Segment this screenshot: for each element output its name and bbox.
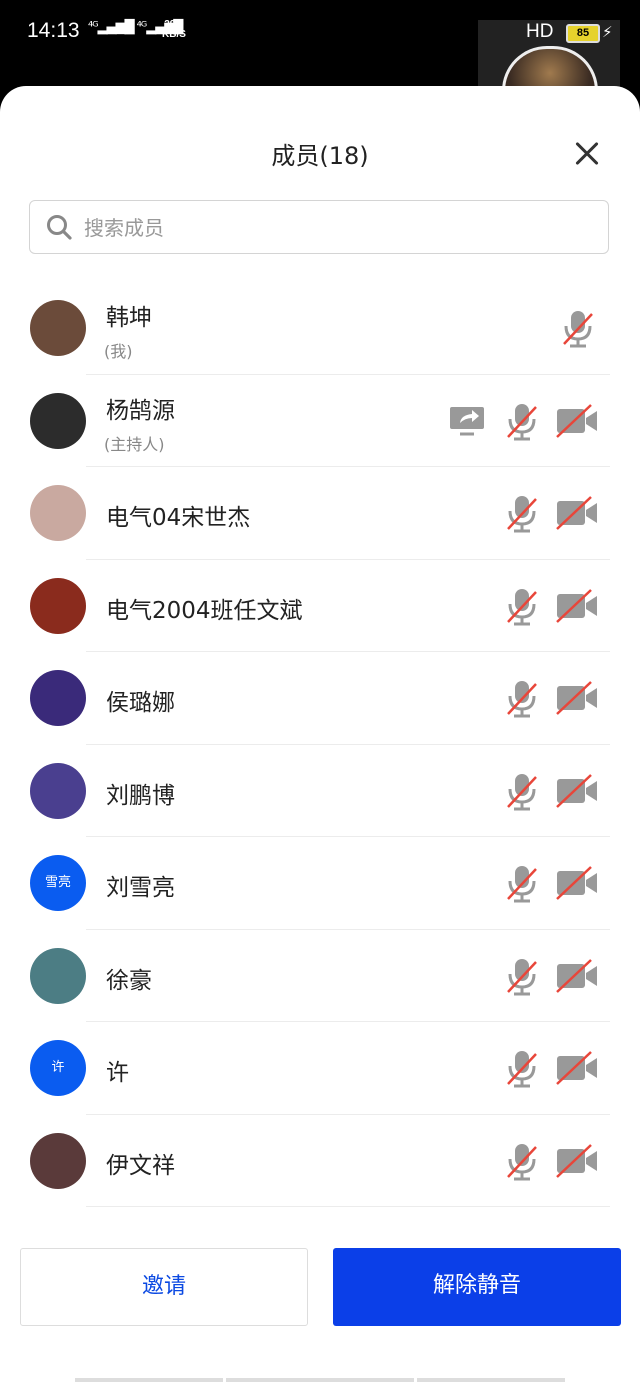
mic-muted-icon[interactable] (556, 306, 600, 350)
member-row[interactable]: 电气04宋世杰 (0, 467, 640, 560)
search-box[interactable] (29, 200, 609, 254)
camera-off-icon[interactable] (555, 491, 599, 535)
member-row[interactable]: 徐豪 (0, 930, 640, 1022)
avatar (30, 392, 86, 449)
sheet-title: 成员(18) (271, 142, 369, 170)
member-name: 徐豪 (106, 967, 152, 994)
camera-off-icon[interactable] (555, 954, 599, 998)
camera-off-icon[interactable] (555, 584, 599, 628)
search-input[interactable] (82, 209, 586, 247)
camera-off-icon[interactable] (555, 676, 599, 720)
member-row[interactable]: 杨鹄源 (主持人) (0, 375, 640, 467)
mic-muted-icon[interactable] (500, 1046, 544, 1090)
members-sheet: 成员(18) 韩坤 (我) 杨鹄源 (主持人) 电气04宋世杰 电气2004班任文斌… (0, 86, 640, 1386)
member-row[interactable]: 许许 (0, 1022, 640, 1115)
mic-muted-icon[interactable] (500, 1139, 544, 1183)
member-row[interactable]: 韩坤 (我) (0, 282, 640, 375)
unmute-button[interactable]: 解除静音 (333, 1248, 621, 1326)
camera-off-icon[interactable] (555, 769, 599, 813)
mic-muted-icon[interactable] (500, 954, 544, 998)
hd-icon: HD (526, 21, 554, 42)
member-list: 韩坤 (我) 杨鹄源 (主持人) 电气04宋世杰 电气2004班任文斌 侯璐娜 刘鹏… (0, 282, 640, 1207)
avatar (30, 577, 86, 634)
avatar (30, 1132, 86, 1189)
member-role: (我) (104, 342, 133, 361)
mic-muted-icon[interactable] (500, 491, 544, 535)
status-right: HD 85 ⚡ (478, 20, 620, 109)
member-name: 许 (106, 1060, 129, 1086)
network-speed: 29.0 KB/S (162, 20, 186, 40)
member-name: 杨鹄源 (106, 397, 175, 424)
member-row[interactable]: 雪亮 刘雪亮 (0, 837, 640, 930)
home-indicator (226, 1378, 414, 1382)
avatar (30, 947, 86, 1004)
avatar: 雪亮 (30, 855, 86, 911)
avatar (30, 762, 86, 819)
camera-off-icon[interactable] (555, 399, 599, 443)
member-name: 韩坤 (106, 305, 152, 331)
avatar: 许 (30, 1040, 86, 1096)
member-role: (主持人) (104, 434, 165, 454)
mic-muted-icon[interactable] (500, 676, 544, 720)
member-name: 电气04宋世杰 (106, 505, 251, 531)
battery-icon: 85 (566, 24, 600, 43)
close-icon[interactable] (568, 134, 608, 174)
status-bar: 14:13 ⁴ᴳ▂▄▆█ ⁴ᴳ▂▄▆█ 29.0 KB/S HD 85 ⚡ (0, 0, 640, 109)
member-name: 刘雪亮 (106, 875, 175, 901)
network-speed-unit: KB/S (162, 29, 186, 40)
camera-off-icon[interactable] (555, 861, 599, 905)
home-indicator (75, 1378, 223, 1382)
search-icon (47, 215, 72, 240)
avatar (30, 300, 86, 356)
member-row[interactable]: 伊文祥 (0, 1115, 640, 1207)
home-indicator (417, 1378, 565, 1382)
member-name: 电气2004班任文斌 (106, 597, 303, 624)
member-row[interactable]: 侯璐娜 (0, 652, 640, 745)
member-name: 伊文祥 (106, 1152, 175, 1179)
invite-button[interactable]: 邀请 (20, 1248, 308, 1326)
status-time: 14:13 (27, 19, 80, 42)
bolt-icon: ⚡ (602, 23, 613, 41)
avatar (30, 670, 86, 726)
member-name: 侯璐娜 (106, 690, 175, 716)
avatar (30, 485, 86, 541)
divider (86, 1206, 610, 1207)
mic-muted-icon[interactable] (500, 769, 544, 813)
camera-off-icon[interactable] (555, 1046, 599, 1090)
member-row[interactable]: 电气2004班任文斌 (0, 560, 640, 652)
screen-share-icon[interactable] (446, 399, 490, 443)
mic-muted-icon[interactable] (500, 399, 544, 443)
camera-off-icon[interactable] (555, 1139, 599, 1183)
mic-muted-icon[interactable] (500, 584, 544, 628)
mic-muted-icon[interactable] (500, 861, 544, 905)
member-row[interactable]: 刘鹏博 (0, 745, 640, 837)
member-name: 刘鹏博 (106, 782, 175, 809)
